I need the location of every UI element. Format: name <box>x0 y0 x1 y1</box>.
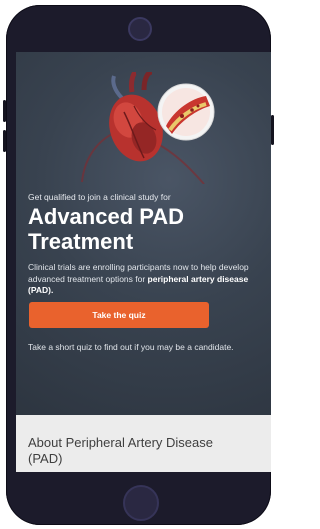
home-button[interactable] <box>123 485 159 521</box>
hero-eyebrow: Get qualified to join a clinical study f… <box>28 192 171 202</box>
about-heading: About Peripheral Artery Disease (PAD) <box>28 435 213 466</box>
volume-down-button <box>3 130 6 152</box>
volume-up-button <box>3 100 6 122</box>
heart-artery-illustration <box>81 72 215 184</box>
screen: Get qualified to join a clinical study f… <box>16 52 271 472</box>
artery-cross-section-icon <box>157 83 215 141</box>
front-camera-icon <box>128 17 152 41</box>
hero-section: Get qualified to join a clinical study f… <box>16 52 271 415</box>
take-quiz-button[interactable]: Take the quiz <box>29 302 209 328</box>
power-button <box>271 115 274 145</box>
quiz-note: Take a short quiz to find out if you may… <box>28 342 234 352</box>
page-title: Advanced PAD Treatment <box>28 204 185 254</box>
hero-description: Clinical trials are enrolling participan… <box>28 262 258 297</box>
